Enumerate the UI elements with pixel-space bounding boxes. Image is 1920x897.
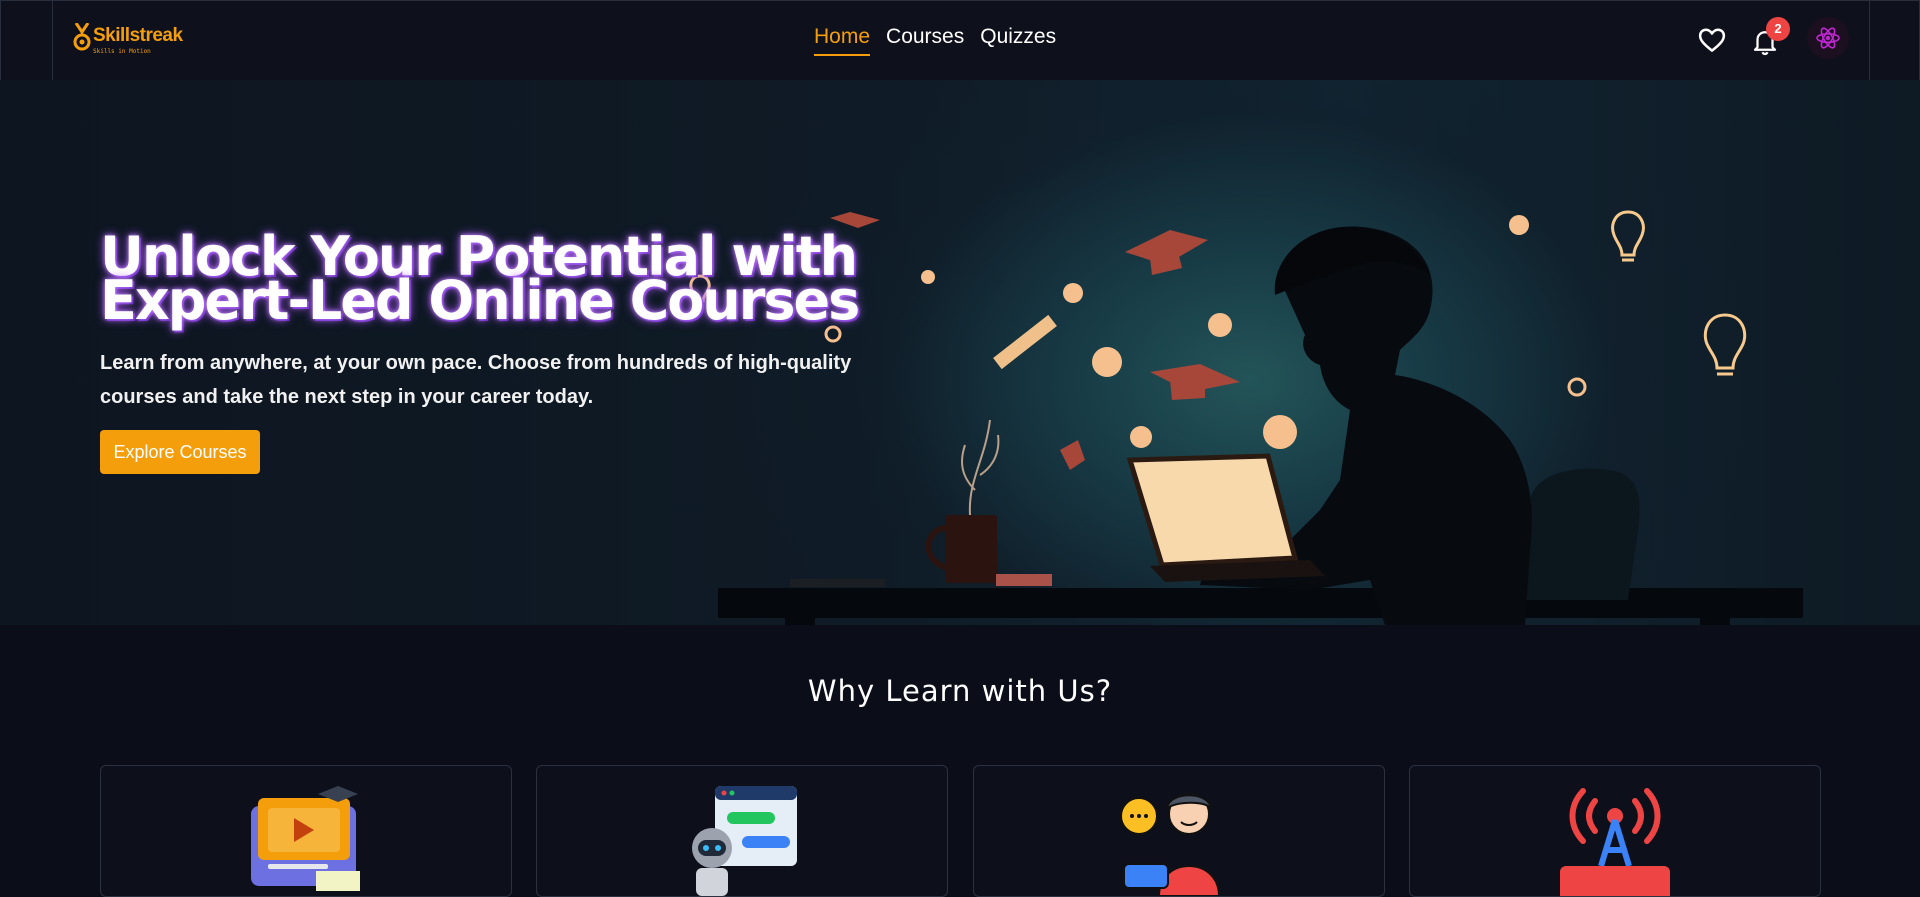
- nav-home-link[interactable]: Home: [814, 25, 871, 56]
- explore-courses-button[interactable]: Explore Courses: [100, 430, 260, 474]
- chatbot-icon: [692, 786, 797, 896]
- navbar: Skillstreak Skills in Motion Home Courses…: [0, 0, 1920, 81]
- notification-badge: 2: [1766, 17, 1790, 41]
- main-nav: Home Courses Quizzes: [814, 25, 1072, 65]
- nav-courses-link[interactable]: Courses: [886, 25, 964, 54]
- nav-quizzes-link[interactable]: Quizzes: [980, 25, 1056, 54]
- feature-card: [536, 765, 948, 897]
- feature-card: [100, 765, 512, 897]
- section-title: Why Learn with Us?: [807, 674, 1113, 708]
- hero-title: Unlock Your Potential with Expert-Led On…: [100, 225, 860, 332]
- live-broadcast-icon: [1560, 788, 1670, 896]
- logo-name: Skillstreak: [93, 25, 183, 46]
- navbar-inner: Skillstreak Skills in Motion Home Courses…: [52, 1, 1870, 80]
- mentor-chat-icon: [1120, 793, 1221, 896]
- react-avatar-icon: [1807, 17, 1849, 59]
- feature-card: [1409, 765, 1821, 897]
- avatar[interactable]: [1807, 17, 1849, 59]
- hero-section: Unlock Your Potential with Expert-Led On…: [0, 80, 1920, 625]
- medal-icon: [73, 23, 91, 51]
- video-course-icon: [251, 786, 360, 891]
- logo[interactable]: Skillstreak Skills in Motion: [73, 21, 203, 61]
- feature-card: [973, 765, 1385, 897]
- logo-tagline: Skills in Motion: [93, 48, 151, 55]
- heart-icon[interactable]: [1697, 25, 1727, 55]
- hero-subtitle: Learn from anywhere, at your own pace. C…: [100, 352, 852, 408]
